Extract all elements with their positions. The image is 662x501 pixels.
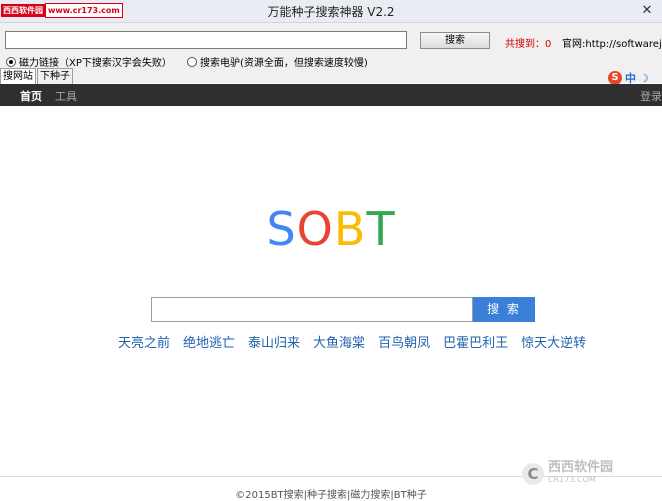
search-input[interactable]: [5, 31, 407, 49]
hot-search-list: 天亮之前 绝地逃亡 泰山归来 大鱼海棠 百鸟朝凤 巴霍巴利王 惊天大逆转: [118, 332, 599, 351]
moon-icon: ☽: [639, 71, 649, 85]
logo-letter-b: B: [333, 202, 367, 256]
hot-search-link[interactable]: 泰山归来: [248, 332, 300, 351]
hot-search-link[interactable]: 巴霍巴利王: [443, 332, 508, 351]
main-search-input[interactable]: [151, 297, 473, 322]
logo-letter-t: T: [366, 202, 396, 256]
tab-bar: 搜网站 下种子: [0, 68, 74, 84]
window-titlebar: 西西软件园 www.cr173.com 万能种子搜索神器 V2.2 ✕: [0, 0, 662, 23]
option-edonkey[interactable]: 搜索电驴(资源全面，但搜索速度较慢): [187, 54, 368, 69]
sogou-ime-icon: S: [608, 71, 622, 85]
watermark-logo-icon: C: [522, 463, 544, 485]
nav-login-link[interactable]: 登录: [640, 88, 662, 104]
nav-tools-link[interactable]: 工具: [55, 88, 77, 104]
logo-letter-o: O: [296, 202, 334, 256]
option-magnet-label: 磁力链接（XP下搜索汉字会失败）: [19, 58, 172, 69]
option-edonkey-label: 搜索电驴(资源全面，但搜索速度较慢): [200, 58, 368, 69]
option-magnet[interactable]: 磁力链接（XP下搜索汉字会失败）: [6, 54, 172, 69]
corner-watermark: C 西西软件园 CR173.COM: [522, 460, 650, 486]
official-site-link[interactable]: 官网:http://softwarejxk: [562, 35, 662, 50]
main-search-button[interactable]: 搜 索: [473, 297, 535, 322]
hot-search-link[interactable]: 天亮之前: [118, 332, 170, 351]
tab-download-seed[interactable]: 下种子: [37, 68, 73, 84]
toolbar: 搜索 共搜到：0 官网:http://softwarejxk 磁力链接（XP下搜…: [0, 23, 662, 85]
corner-watermark-name: 西西软件园: [548, 460, 614, 475]
window-title: 万能种子搜索神器 V2.2: [267, 5, 395, 19]
hot-search-link[interactable]: 惊天大逆转: [521, 332, 586, 351]
logo-letter-s: S: [266, 202, 297, 256]
site-logo: SOBT: [0, 203, 662, 255]
radio-edonkey[interactable]: [187, 56, 197, 67]
corner-watermark-url: CR173.COM: [548, 475, 596, 484]
found-count: 共搜到：0: [505, 39, 552, 50]
nav-home-link[interactable]: 首页: [20, 88, 42, 104]
hot-search-link[interactable]: 绝地逃亡: [183, 332, 235, 351]
hot-search-link[interactable]: 大鱼海棠: [313, 332, 365, 351]
search-button[interactable]: 搜索: [420, 32, 490, 49]
tab-search-site[interactable]: 搜网站: [0, 68, 36, 84]
radio-magnet[interactable]: [6, 56, 16, 67]
hot-search-link[interactable]: 百鸟朝凤: [378, 332, 430, 351]
site-navbar: 首页 工具 登录: [0, 84, 662, 106]
site-footer: ©2015BT搜索|种子搜索|磁力搜索|BT种子: [235, 490, 427, 501]
corner-watermark-text: 西西软件园 CR173.COM: [548, 460, 614, 486]
close-icon[interactable]: ✕: [636, 2, 658, 19]
